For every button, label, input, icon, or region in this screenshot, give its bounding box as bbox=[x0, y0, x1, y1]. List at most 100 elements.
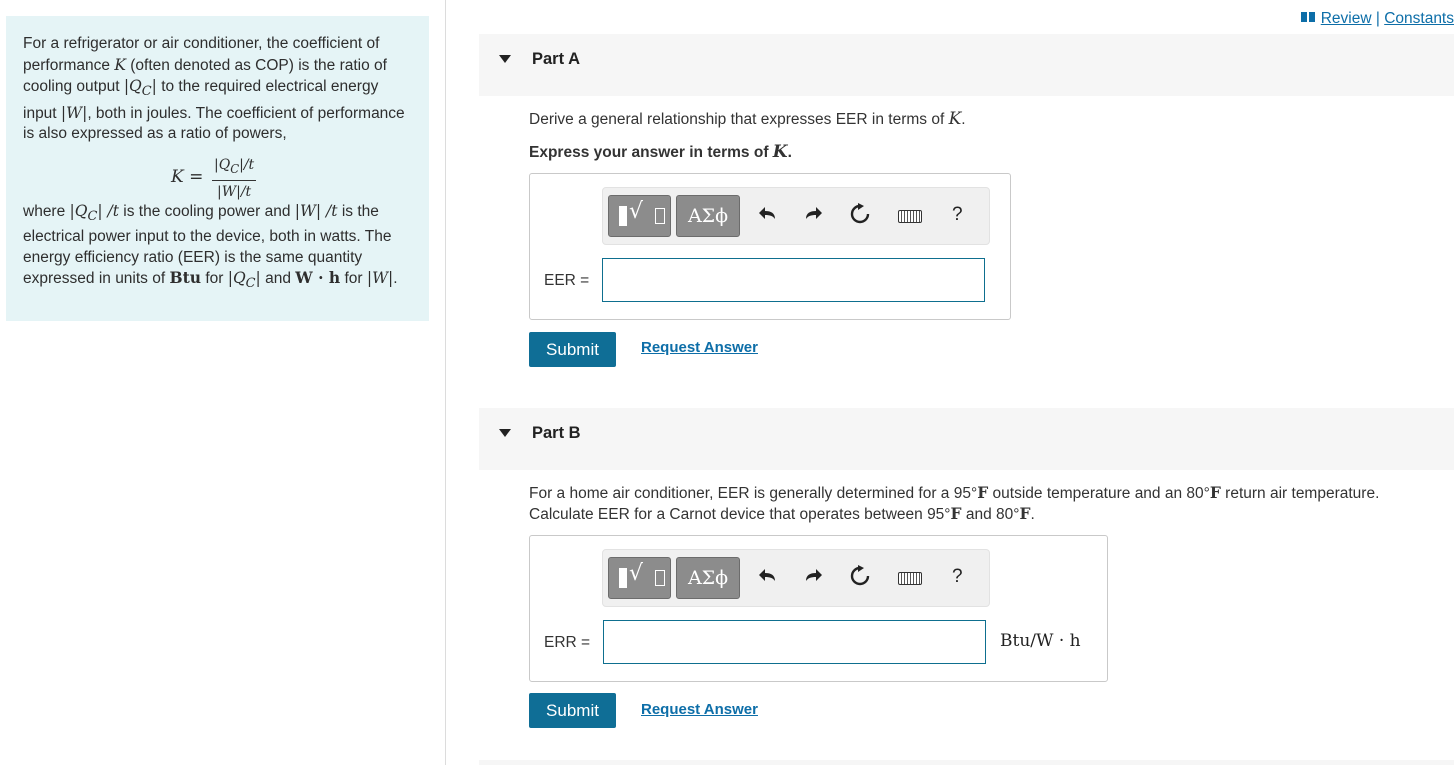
intro-text: where bbox=[23, 202, 70, 220]
math-sub: C bbox=[245, 276, 256, 292]
part-b-title: Part B bbox=[532, 424, 581, 442]
err-answer-input[interactable] bbox=[603, 620, 986, 664]
part-b-header[interactable]: Part B bbox=[479, 408, 1454, 470]
review-link[interactable]: Review bbox=[1321, 10, 1372, 27]
question-text: outside temperature and an bbox=[988, 485, 1187, 502]
eer-answer-input[interactable] bbox=[602, 258, 985, 302]
formula-fraction: |QC|/t |W|/t bbox=[212, 155, 257, 203]
question-text: For a home air conditioner, EER is gener… bbox=[529, 485, 954, 502]
math-part: |Q bbox=[227, 269, 246, 288]
unit-F: F bbox=[950, 504, 962, 523]
math-part: |Q bbox=[123, 77, 142, 95]
reset-icon[interactable] bbox=[849, 565, 871, 587]
part-b-answer-box: √ ΑΣϕ ? ERR = Btu/W · h bbox=[529, 535, 1108, 682]
intro-text: is the cooling power and bbox=[118, 202, 295, 220]
unit-F: F bbox=[1019, 504, 1031, 523]
math-part: |/t bbox=[239, 156, 255, 173]
question-text: . bbox=[961, 111, 966, 128]
help-icon[interactable]: ? bbox=[952, 204, 963, 226]
radical-glyph: √ bbox=[629, 561, 644, 586]
math-Qc: |QC| bbox=[227, 269, 261, 291]
redo-icon[interactable] bbox=[803, 565, 823, 585]
part-a-request-answer-link[interactable]: Request Answer bbox=[641, 339, 758, 356]
undo-icon[interactable] bbox=[758, 565, 778, 585]
collapse-triangle-icon[interactable] bbox=[499, 429, 511, 437]
collapse-triangle-icon[interactable] bbox=[499, 55, 511, 63]
redo-icon[interactable] bbox=[803, 203, 823, 223]
keyboard-icon[interactable] bbox=[898, 572, 922, 585]
part-a-submit-button[interactable]: Submit bbox=[529, 332, 616, 367]
link-separator: | bbox=[1371, 10, 1385, 27]
temp-value: 80° bbox=[1186, 485, 1210, 502]
math-W: |W| bbox=[60, 103, 88, 122]
eer-label: EER = bbox=[544, 272, 590, 289]
template-square bbox=[619, 206, 627, 226]
constants-link[interactable]: Constants bbox=[1384, 10, 1454, 27]
undo-icon[interactable] bbox=[758, 203, 778, 223]
math-part: | /t bbox=[97, 201, 119, 220]
part-a-answer-box: √ ΑΣϕ ? EER = bbox=[529, 173, 1011, 320]
question-text: Derive a general relationship that expre… bbox=[529, 111, 949, 128]
math-sub: C bbox=[87, 208, 98, 224]
math-part: |Q bbox=[69, 201, 88, 220]
math-K: K bbox=[948, 109, 962, 129]
top-links: Review | Constants bbox=[1300, 10, 1454, 28]
equation-toolbar: √ ΑΣϕ ? bbox=[602, 187, 990, 245]
next-part-header-edge bbox=[479, 760, 1454, 765]
part-a-question: Derive a general relationship that expre… bbox=[529, 109, 966, 130]
math-Wh: W · h bbox=[295, 268, 341, 288]
temp-value: 80° bbox=[996, 506, 1020, 523]
question-text: and bbox=[961, 506, 997, 523]
intro-text: . bbox=[393, 270, 398, 288]
cop-formula: K = |QC|/t |W|/t bbox=[23, 153, 413, 200]
math-K: K bbox=[114, 55, 126, 74]
template-square bbox=[655, 570, 665, 586]
math-Qc-t: |QC| /t bbox=[69, 201, 119, 224]
fraction-bar bbox=[212, 179, 257, 181]
radical-glyph: √ bbox=[629, 199, 644, 224]
temp-value: 95° bbox=[953, 485, 978, 502]
temp-value: 95° bbox=[927, 506, 951, 523]
template-square bbox=[619, 568, 627, 588]
math-K: K bbox=[772, 142, 788, 162]
math-Btu: Btu bbox=[169, 268, 202, 288]
problem-intro-panel: For a refrigerator or air conditioner, t… bbox=[6, 16, 429, 321]
formula-numerator: |QC|/t bbox=[212, 155, 256, 179]
template-icon[interactable]: √ bbox=[608, 557, 671, 599]
book-icon bbox=[1300, 12, 1315, 22]
math-Qc: |QC| bbox=[123, 77, 157, 99]
err-label: ERR = bbox=[544, 634, 591, 651]
greek-icon[interactable]: ΑΣϕ bbox=[676, 557, 740, 599]
greek-icon[interactable]: ΑΣϕ bbox=[676, 195, 740, 237]
question-text: . bbox=[1030, 506, 1035, 523]
part-b-request-answer-link[interactable]: Request Answer bbox=[641, 701, 758, 718]
intro-paragraph-1: For a refrigerator or air conditioner, t… bbox=[23, 34, 413, 145]
part-a-instruction: Express your answer in terms of K. bbox=[529, 142, 792, 162]
part-a-title: Part A bbox=[532, 50, 580, 68]
intro-text: and bbox=[260, 270, 296, 288]
unit-F: F bbox=[1209, 483, 1221, 502]
math-W: |W| bbox=[366, 269, 394, 288]
part-b-question: For a home air conditioner, EER is gener… bbox=[529, 483, 1449, 525]
template-icon[interactable]: √ bbox=[608, 195, 671, 237]
help-icon[interactable]: ? bbox=[952, 566, 963, 588]
formula-denominator: |W|/t bbox=[217, 183, 252, 200]
instruction-text: Express your answer in terms of bbox=[529, 144, 773, 161]
math-sub: C bbox=[230, 161, 240, 176]
column-divider bbox=[445, 0, 446, 765]
formula-lhs: K = bbox=[171, 166, 204, 187]
part-b-submit-button[interactable]: Submit bbox=[529, 693, 616, 728]
math-part: |Q bbox=[214, 156, 231, 173]
reset-icon[interactable] bbox=[849, 203, 871, 225]
question-text: Calculate EER for a Carnot device that o… bbox=[529, 506, 928, 523]
units-label: Btu/W · h bbox=[1000, 631, 1081, 651]
instruction-text: . bbox=[787, 144, 792, 161]
keyboard-icon[interactable] bbox=[898, 210, 922, 223]
unit-F: F bbox=[977, 483, 989, 502]
question-text: return air temperature. bbox=[1220, 485, 1380, 502]
template-square bbox=[655, 208, 665, 224]
intro-paragraph-2: where |QC| /t is the cooling power and |… bbox=[23, 201, 413, 295]
intro-text: for bbox=[201, 270, 228, 288]
part-a-header[interactable]: Part A bbox=[479, 34, 1454, 96]
math-W-t: |W| /t bbox=[294, 201, 338, 220]
